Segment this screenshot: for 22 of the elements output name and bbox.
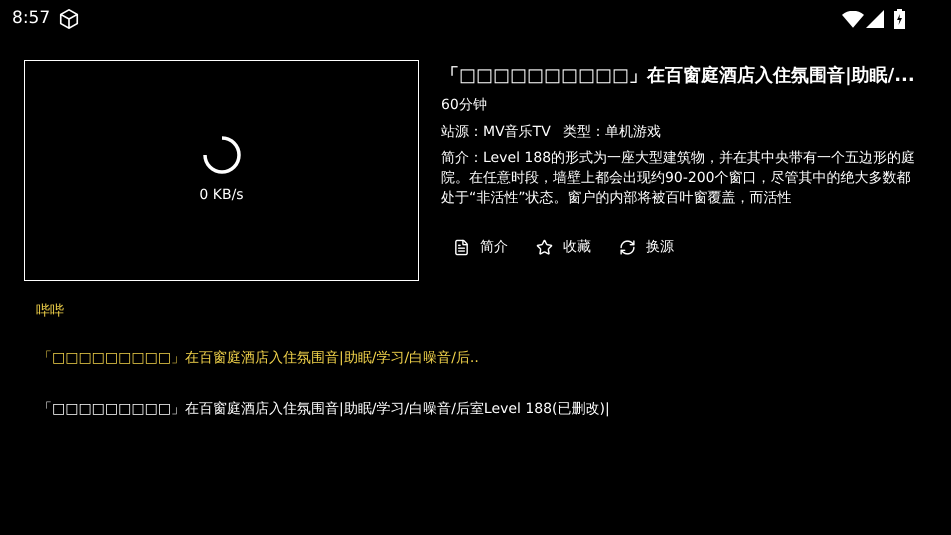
action-button[interactable]: 收藏 [536,237,591,258]
cube-icon [58,8,80,30]
action-button[interactable]: 换源 [619,237,674,258]
document-icon [453,239,470,256]
summary: 简介：Level 188的形式为一座大型建筑物，并在其中央带有一个五边形的庭院。在任意时段，墙壁上都会出现约90-200个窗口，尽管其中的绝大多数都处于“非活性”状态。窗户的内部将被百叶窗覆盖，而活性 [441,149,916,208]
source-tab[interactable]: 哔哔 [36,301,64,322]
wifi-icon [842,10,864,28]
signal-icon [866,10,884,28]
video-player[interactable]: 0 KB/s [24,60,419,281]
episode-item[interactable]: 「□□□□□□□□□」在百窗庭酒店入住氛围音|助眠/学习/白噪音/后室Level 188(已删改)| [38,399,610,420]
duration: 60分钟 [441,96,488,115]
video-title: 「□□□□□□□□□□」在百窗庭酒店入住氛围音|助眠/... [441,64,915,88]
refresh-icon [619,239,636,256]
genre-label: 类型：单机游戏 [562,123,661,142]
loading-spinner-icon [202,135,242,175]
clock: 8:57 [12,7,50,30]
source-label: 站源：MV音乐TV [441,123,551,142]
download-speed: 0 KB/s [199,186,244,205]
action-button[interactable]: 简介 [453,237,508,258]
episode-item[interactable]: 「□□□□□□□□□」在百窗庭酒店入住氛围音|助眠/学习/白噪音/后.. [38,348,479,369]
star-icon [536,239,553,256]
battery-icon [894,9,905,29]
